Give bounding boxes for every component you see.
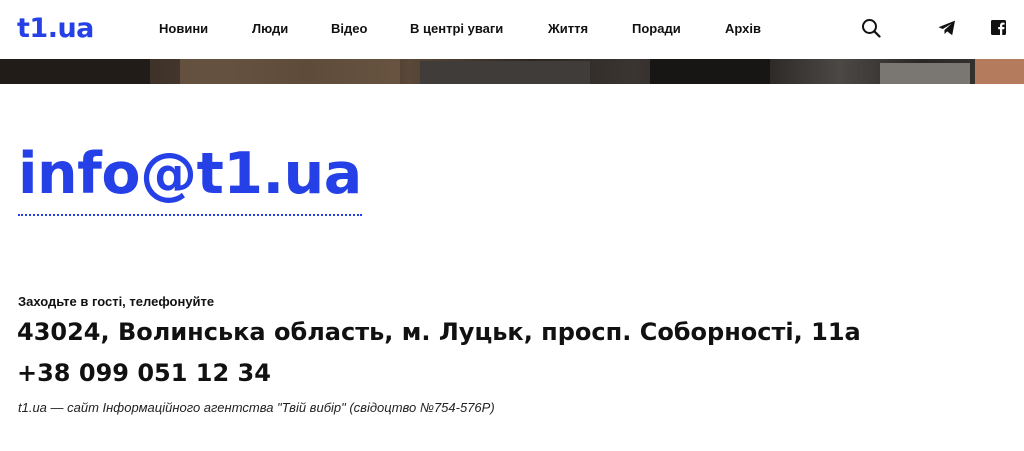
publisher-note: t1.ua — сайт Інформаційного агентства "Т… — [18, 400, 495, 415]
nav-item-video[interactable]: Відео — [331, 20, 367, 38]
contact-address: 43024, Волинська область, м. Луцьк, прос… — [17, 318, 861, 346]
search-icon[interactable] — [861, 18, 881, 38]
contact-phone[interactable]: +38 099 051 12 34 — [17, 357, 271, 389]
hero-image-strip — [0, 59, 1024, 84]
banner-laptop-area — [420, 61, 590, 84]
nav-item-tips[interactable]: Поради — [632, 20, 681, 38]
site-logo[interactable]: t1.ua — [17, 12, 94, 46]
telegram-icon[interactable] — [937, 18, 957, 38]
banner-table-area — [180, 59, 400, 84]
nav-item-in-focus[interactable]: В центрі уваги — [410, 20, 503, 38]
contact-email-link[interactable]: info@t1.ua — [18, 138, 362, 216]
banner-keyboard-area — [880, 63, 970, 84]
nav-item-life[interactable]: Життя — [548, 20, 588, 38]
nav-item-archive[interactable]: Архів — [725, 20, 761, 38]
site-header: t1.ua Новини Люди Відео В центрі уваги Ж… — [0, 0, 1024, 59]
banner-hand-area — [975, 59, 1024, 84]
nav-item-people[interactable]: Люди — [252, 20, 288, 38]
banner-shadow-left — [0, 59, 150, 84]
facebook-icon[interactable] — [989, 18, 1009, 38]
nav-item-news[interactable]: Новини — [159, 20, 208, 38]
contact-label: Заходьте в гості, телефонуйте — [18, 294, 215, 309]
banner-dark-area — [650, 59, 770, 84]
